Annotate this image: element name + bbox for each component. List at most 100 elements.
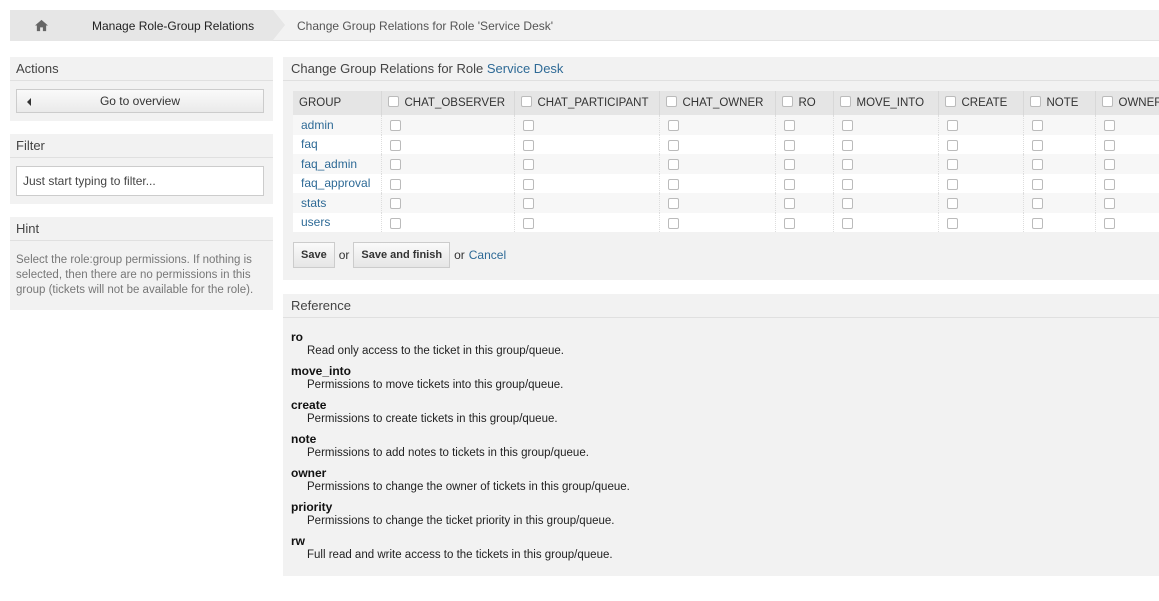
breadcrumb-home[interactable] — [10, 10, 72, 41]
permission-checkbox[interactable] — [783, 159, 795, 171]
column-header-label: CHAT_OBSERVER — [404, 97, 506, 109]
permission-checkbox[interactable] — [1031, 217, 1043, 229]
permission-checkbox[interactable] — [1103, 159, 1115, 171]
permission-checkbox[interactable] — [389, 217, 401, 229]
permission-cell — [775, 154, 834, 174]
select-all-checkbox[interactable] — [387, 96, 399, 108]
breadcrumb-item-manage[interactable]: Manage Role-Group Relations — [72, 10, 273, 41]
permission-checkbox[interactable] — [667, 178, 679, 190]
hint-widget: Hint Select the role:group permissions. … — [10, 217, 273, 310]
select-all-checkbox[interactable] — [1029, 96, 1041, 108]
role-name-link[interactable]: Service Desk — [487, 61, 564, 76]
breadcrumb-item-label: Manage Role-Group Relations — [92, 18, 255, 33]
permission-checkbox[interactable] — [389, 198, 401, 210]
permission-checkbox[interactable] — [1103, 217, 1115, 229]
permission-checkbox[interactable] — [522, 178, 534, 190]
go-to-overview-button[interactable]: Go to overview — [16, 89, 264, 113]
relations-title: Change Group Relations for Role Service … — [283, 57, 1159, 81]
breadcrumb: Manage Role-Group Relations Change Group… — [10, 10, 1159, 41]
permission-checkbox[interactable] — [946, 139, 958, 151]
permission-checkbox[interactable] — [1103, 198, 1115, 210]
permission-checkbox[interactable] — [841, 198, 853, 210]
permission-checkbox[interactable] — [1031, 159, 1043, 171]
permission-checkbox[interactable] — [667, 120, 679, 132]
column-header-chat-observer: CHAT_OBSERVER — [381, 91, 515, 115]
group-link[interactable]: users — [301, 215, 330, 229]
permission-cell — [833, 134, 939, 154]
permission-checkbox[interactable] — [667, 198, 679, 210]
go-to-overview-label: Go to overview — [99, 94, 181, 108]
permission-checkbox[interactable] — [1031, 198, 1043, 210]
group-link[interactable]: faq — [301, 137, 318, 151]
permission-checkbox[interactable] — [522, 198, 534, 210]
permission-checkbox[interactable] — [841, 217, 853, 229]
permission-cell — [775, 115, 834, 135]
permission-cell — [514, 115, 660, 135]
sidebar: Actions Go to overview Filter Hint Selec… — [10, 57, 273, 323]
permission-checkbox[interactable] — [783, 139, 795, 151]
select-all-checkbox[interactable] — [781, 96, 793, 108]
permission-cell — [938, 212, 1024, 232]
permission-checkbox[interactable] — [783, 178, 795, 190]
select-all-checkbox[interactable] — [1101, 96, 1113, 108]
breadcrumb-item-label: Change Group Relations for Role 'Service… — [297, 18, 554, 33]
filter-widget: Filter — [10, 134, 273, 204]
permission-cell — [514, 173, 660, 193]
select-all-checkbox[interactable] — [665, 96, 677, 108]
breadcrumb-separator — [273, 10, 285, 40]
permission-checkbox[interactable] — [667, 139, 679, 151]
permission-checkbox[interactable] — [522, 139, 534, 151]
permission-checkbox[interactable] — [389, 120, 401, 132]
permission-cell — [1023, 212, 1096, 232]
select-all-checkbox[interactable] — [839, 96, 851, 108]
permission-checkbox[interactable] — [946, 198, 958, 210]
permission-checkbox[interactable] — [1031, 120, 1043, 132]
permission-checkbox[interactable] — [946, 120, 958, 132]
permission-cell — [1023, 193, 1096, 213]
permission-checkbox[interactable] — [783, 198, 795, 210]
permission-checkbox[interactable] — [389, 139, 401, 151]
permission-checkbox[interactable] — [1103, 139, 1115, 151]
permission-checkbox[interactable] — [946, 178, 958, 190]
filter-input[interactable] — [16, 166, 264, 196]
permission-checkbox[interactable] — [783, 217, 795, 229]
reference-term: move_into — [291, 364, 352, 378]
permission-checkbox[interactable] — [1031, 139, 1043, 151]
group-link[interactable]: stats — [301, 196, 326, 210]
permission-cell — [938, 154, 1024, 174]
permission-checkbox[interactable] — [783, 120, 795, 132]
select-all-checkbox[interactable] — [520, 96, 532, 108]
group-column-header: GROUP — [293, 91, 382, 115]
save-button[interactable]: Save — [293, 242, 335, 268]
reference-description: Permissions to create tickets in this gr… — [307, 413, 558, 425]
permission-cell — [1023, 154, 1096, 174]
permission-checkbox[interactable] — [522, 217, 534, 229]
permission-checkbox[interactable] — [522, 120, 534, 132]
permission-checkbox[interactable] — [667, 217, 679, 229]
save-and-finish-button[interactable]: Save and finish — [353, 242, 451, 268]
permission-checkbox[interactable] — [389, 178, 401, 190]
group-link[interactable]: faq_admin — [301, 157, 357, 171]
permission-checkbox[interactable] — [946, 217, 958, 229]
permission-checkbox[interactable] — [841, 178, 853, 190]
table-row: admin — [293, 115, 1159, 135]
reference-term: priority — [291, 500, 333, 514]
cancel-link[interactable]: Cancel — [469, 248, 506, 262]
permission-checkbox[interactable] — [522, 159, 534, 171]
reference-term: note — [291, 432, 317, 446]
permission-checkbox[interactable] — [1031, 178, 1043, 190]
permission-checkbox[interactable] — [1103, 120, 1115, 132]
permission-checkbox[interactable] — [841, 139, 853, 151]
or-text: or — [454, 248, 465, 262]
permission-checkbox[interactable] — [667, 159, 679, 171]
permission-checkbox[interactable] — [841, 159, 853, 171]
select-all-checkbox[interactable] — [944, 96, 956, 108]
permission-checkbox[interactable] — [389, 159, 401, 171]
group-name-cell: stats — [293, 193, 382, 213]
reference-term: owner — [291, 466, 327, 480]
permission-checkbox[interactable] — [841, 120, 853, 132]
permission-checkbox[interactable] — [1103, 178, 1115, 190]
permission-checkbox[interactable] — [946, 159, 958, 171]
group-link[interactable]: faq_approval — [301, 176, 370, 190]
group-link[interactable]: admin — [301, 118, 334, 132]
